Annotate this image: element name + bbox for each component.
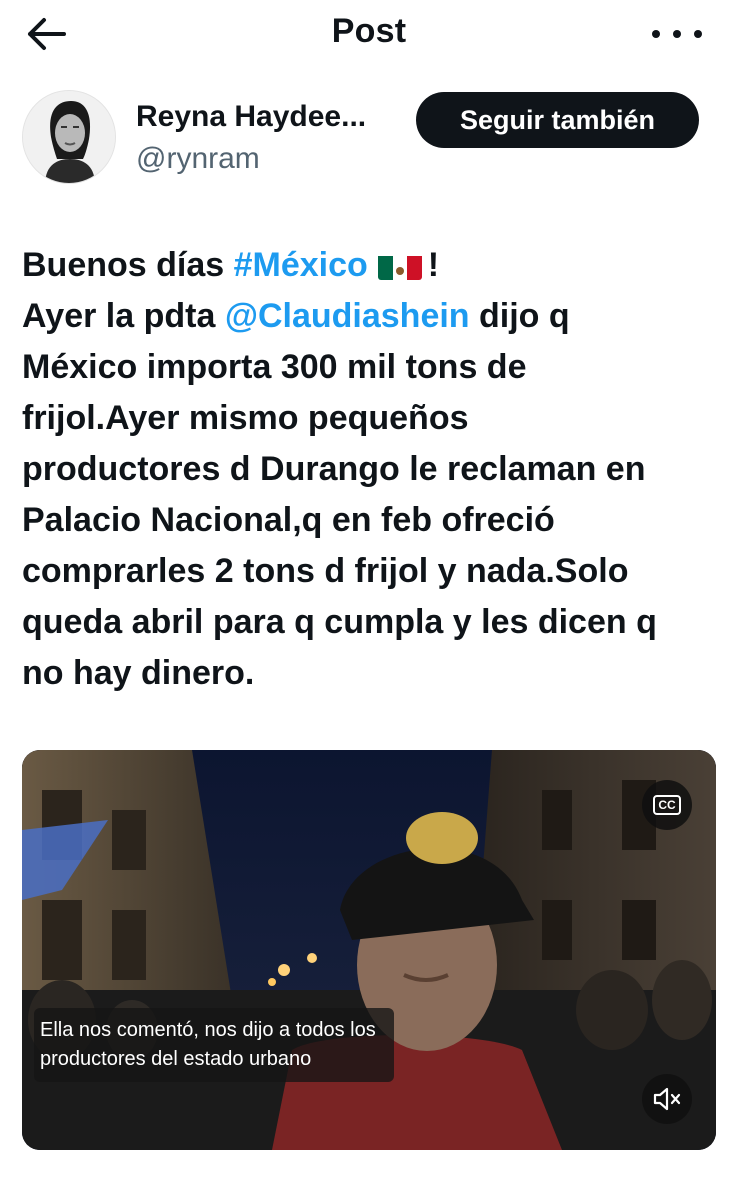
- avatar[interactable]: [22, 90, 116, 184]
- mexico-flag-icon: [377, 250, 422, 280]
- post-text-segment: queda abril para q cumpla y les dicen q: [22, 603, 657, 641]
- more-options-button[interactable]: [652, 22, 702, 46]
- post-text-segment: Ayer la pdta: [22, 297, 225, 335]
- captions-button[interactable]: CC: [642, 780, 692, 830]
- post-text-segment: productores d Durango le reclaman en: [22, 450, 646, 488]
- post-text-line: no hay dinero.: [22, 648, 722, 699]
- post-text-line: productores d Durango le reclaman en: [22, 444, 722, 495]
- post-text-line: Ayer la pdta @Claudiashein dijo q: [22, 291, 722, 342]
- author-handle[interactable]: @rynram: [136, 142, 260, 176]
- post-text-segment: frijol.Ayer mismo pequeños: [22, 399, 469, 437]
- more-horizontal-icon: [652, 30, 660, 38]
- post-text-line: Buenos días #México!: [22, 240, 722, 291]
- top-bar: Post: [0, 0, 738, 72]
- post-text: Buenos días #México! Ayer la pdta @Claudi…: [22, 240, 722, 699]
- author-name[interactable]: Reyna Haydee...: [136, 100, 366, 134]
- hashtag-link[interactable]: #México: [234, 246, 368, 284]
- video-subtitle: Ella nos comentó, nos dijo a todos los p…: [34, 1008, 394, 1082]
- closed-captions-icon: CC: [653, 795, 681, 815]
- post-text-line: comprarles 2 tons d frijol y nada.Solo: [22, 546, 722, 597]
- page-title: Post: [331, 12, 407, 50]
- post-text-segment: no hay dinero.: [22, 654, 255, 692]
- post-text-line: México importa 300 mil tons de: [22, 342, 722, 393]
- follow-button[interactable]: Seguir también: [416, 92, 699, 148]
- post-text-line: frijol.Ayer mismo pequeños: [22, 393, 722, 444]
- post-text-line: queda abril para q cumpla y les dicen q: [22, 597, 722, 648]
- post-text-segment: Palacio Nacional,q en feb ofreció: [22, 501, 555, 539]
- post-text-line: Palacio Nacional,q en feb ofreció: [22, 495, 722, 546]
- back-button[interactable]: [22, 14, 70, 54]
- arrow-left-icon: [28, 18, 66, 50]
- avatar-photo: [23, 91, 115, 183]
- post-text-segment: Buenos días: [22, 246, 234, 284]
- mute-button[interactable]: [642, 1074, 692, 1124]
- post-text-segment: dijo q: [469, 297, 570, 335]
- speaker-muted-icon: [653, 1087, 681, 1111]
- video-frame: [22, 750, 716, 1150]
- video-player[interactable]: CC Ella nos comentó, nos dijo a todos lo…: [22, 750, 716, 1150]
- mention-link[interactable]: @Claudiashein: [225, 297, 470, 335]
- post-text-segment: México importa 300 mil tons de: [22, 348, 527, 386]
- post-text-segment: comprarles 2 tons d frijol y nada.Solo: [22, 552, 629, 590]
- post-text-segment: !: [427, 246, 440, 284]
